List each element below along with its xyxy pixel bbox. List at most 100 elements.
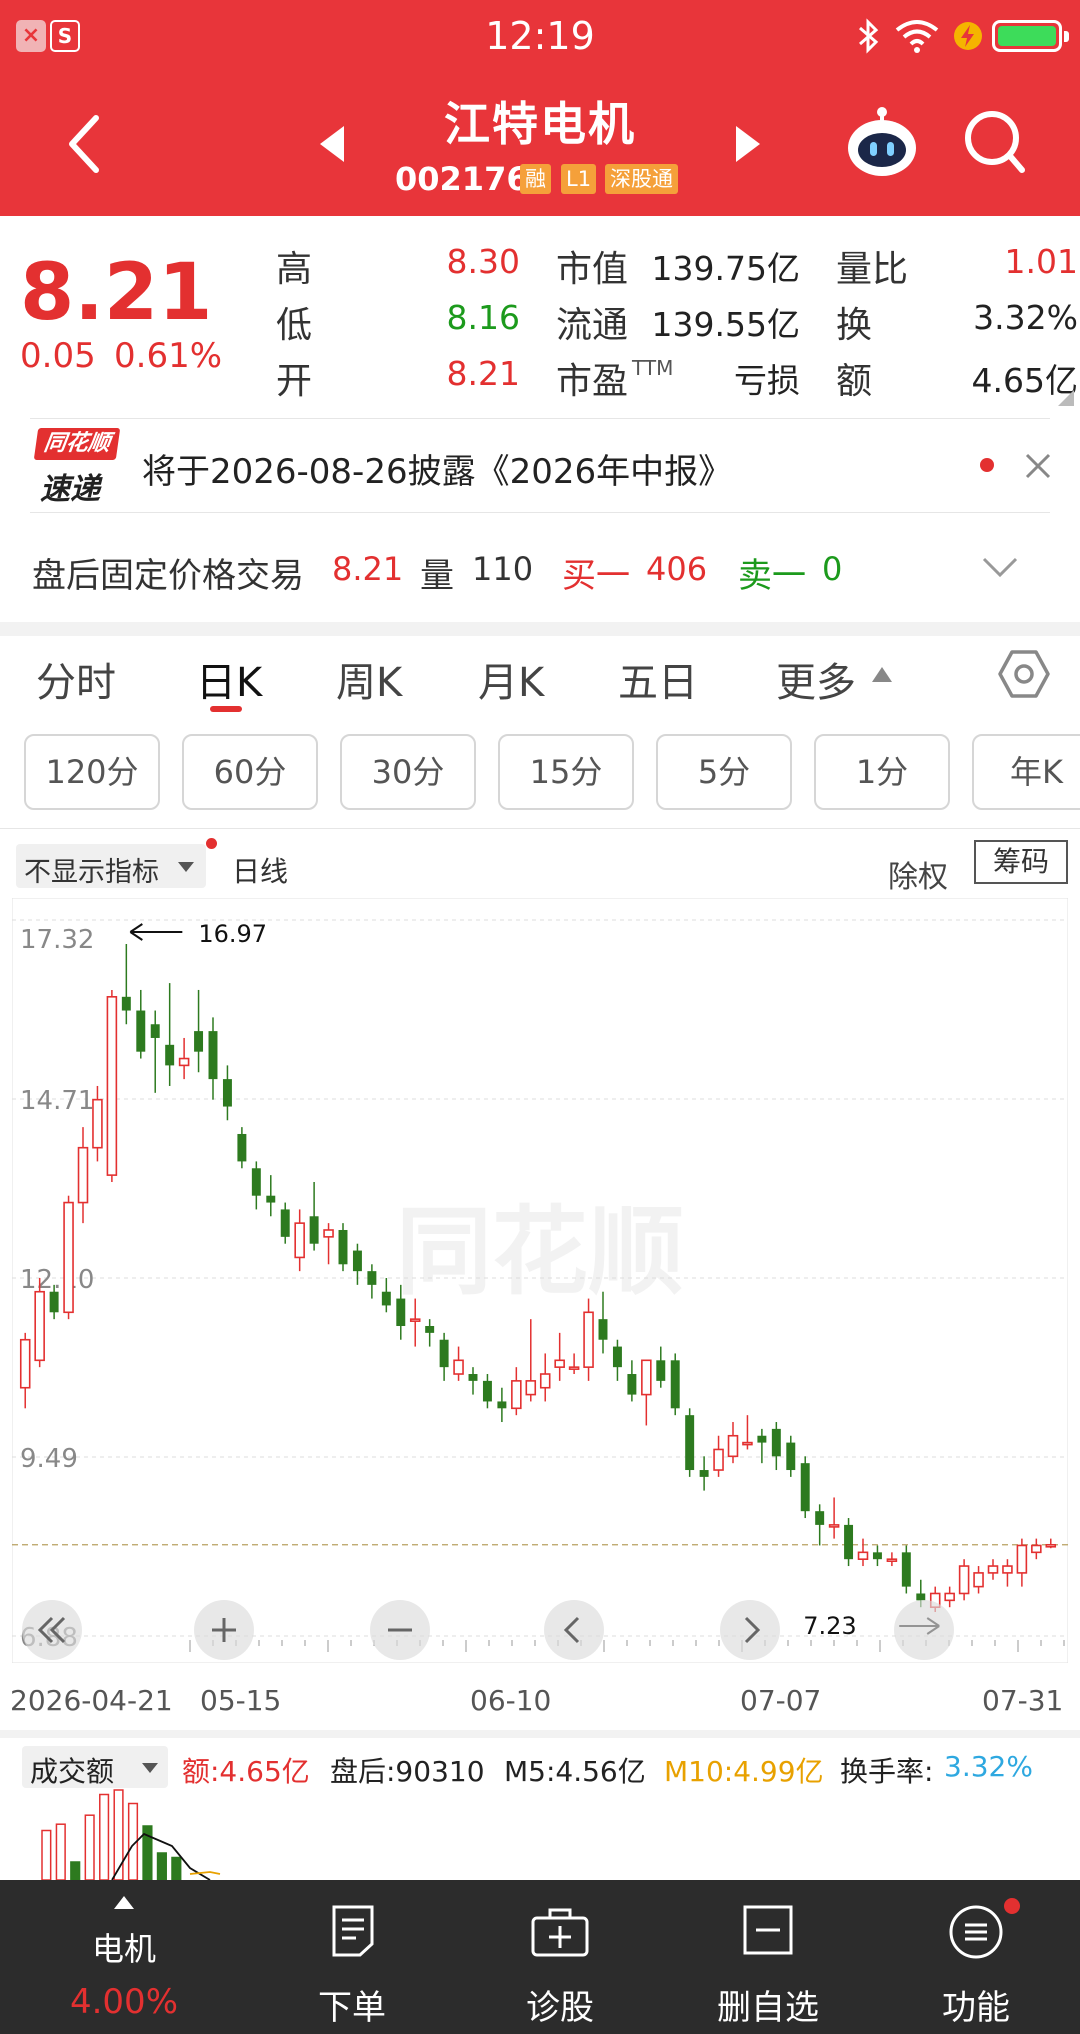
tab-five-day[interactable]: 五日 (618, 650, 698, 708)
double-chevron-left-icon (37, 1616, 66, 1644)
indicator-select[interactable]: 不显示指标 (16, 844, 206, 888)
nav-order-label: 下单 (318, 1988, 386, 2028)
interval-60m[interactable]: 60分 (182, 734, 318, 810)
scroll-left-button[interactable] (544, 1600, 604, 1660)
zoom-in-button[interactable] (194, 1600, 254, 1660)
candle-body-up (178, 1057, 190, 1067)
plus-icon (212, 1618, 236, 1642)
candle-body-down (49, 1291, 59, 1313)
candle-body-up (973, 1572, 984, 1588)
caret-up-icon (114, 1896, 134, 1909)
after-hours-vol-label: 量 (420, 556, 454, 596)
x-tick-label: 2026-04-21 (10, 1684, 173, 1717)
tab-weekly-k[interactable]: 周K (336, 650, 402, 708)
interval-yearly-k[interactable]: 年K (972, 734, 1080, 810)
after-hours-vol: 110 (472, 550, 534, 588)
amount-value: 4.65亿 (971, 361, 1078, 400)
adjust-button[interactable]: 除权 (888, 852, 948, 896)
minus-square-icon (743, 1905, 793, 1955)
nav-remove-watchlist[interactable]: 删自选 (668, 1880, 868, 2034)
scroll-end-button[interactable] (894, 1600, 954, 1660)
settings-hexagon-icon[interactable] (998, 648, 1050, 700)
nav-sector[interactable]: 电机 4.00% (24, 1880, 224, 2034)
robot-assistant-icon[interactable] (844, 104, 920, 180)
zoom-out-far-button[interactable] (22, 1600, 82, 1660)
nav-remove-watchlist-label: 删自选 (717, 1988, 819, 2028)
next-stock-icon[interactable] (734, 124, 762, 164)
candle-body-down (222, 1079, 232, 1107)
pe-label: 市盈 (556, 361, 629, 402)
candle-body-down (699, 1470, 709, 1477)
candle-body-up (828, 1524, 840, 1528)
volume-bar (113, 1789, 124, 1880)
candle-body-up (323, 1229, 334, 1238)
candle-body-down (468, 1374, 478, 1381)
tab-monthly-k[interactable]: 月K (478, 650, 544, 708)
y-tick-label: 12.10 (20, 1265, 94, 1295)
ask1-label: 卖一 (738, 556, 806, 596)
pe-ttm-sup: TTM (632, 356, 674, 380)
scroll-right-button[interactable] (720, 1600, 780, 1660)
candle-body-down (208, 1031, 218, 1080)
interval-30m[interactable]: 30分 (340, 734, 476, 810)
interval-5m[interactable]: 5分 (656, 734, 792, 810)
indicator-new-dot (206, 838, 217, 849)
tab-more[interactable]: 更多 (776, 650, 856, 708)
tag-margin: 融 (520, 164, 551, 194)
volume-turnover-label: 换手率: (840, 1755, 934, 1788)
nav-diagnose[interactable]: 诊股 (460, 1880, 660, 2034)
minus-icon (388, 1628, 412, 1632)
candle-body-down (280, 1209, 290, 1237)
interval-1m[interactable]: 1分 (814, 734, 950, 810)
bid1-label: 买一 (562, 556, 630, 596)
volume-indicator-select[interactable]: 成交额 (22, 1746, 168, 1788)
x-tick-label: 07-31 (982, 1684, 1064, 1717)
search-icon[interactable] (962, 108, 1028, 178)
chart-watermark: 同花顺 (396, 1196, 684, 1308)
candle-body-up (19, 1338, 31, 1389)
chips-button[interactable]: 筹码 (974, 840, 1068, 884)
zoom-out-button[interactable] (370, 1600, 430, 1660)
close-icon[interactable] (1024, 452, 1052, 480)
tab-intraday[interactable]: 分时 (36, 650, 116, 708)
indicator-select-label: 不显示指标 (24, 857, 159, 888)
nav-order[interactable]: 下单 (252, 1880, 452, 2034)
candle-body-up (63, 1201, 74, 1314)
candlestick-chart[interactable]: 同花顺17.3214.7112.109.496.8816.977.23 (12, 898, 1068, 1663)
candle-body-down (237, 1133, 247, 1162)
candle-body-up (742, 1441, 753, 1446)
float-cap-label: 流通 (556, 305, 629, 346)
market-cap-value: 139.75亿 (651, 249, 800, 288)
nav-diagnose-label: 诊股 (526, 1988, 594, 2028)
candle-body-up (944, 1592, 955, 1602)
candle-body-down (598, 1319, 608, 1340)
candle-body-up (511, 1380, 522, 1410)
volume-amount: 额:4.65亿 (182, 1755, 310, 1788)
candle-body-down (121, 996, 131, 1011)
y-tick-label: 17.32 (20, 925, 94, 955)
candle-body-down (872, 1552, 882, 1560)
chevron-left-icon (563, 1616, 580, 1644)
candle-body-up (409, 1318, 421, 1322)
bluetooth-icon (859, 18, 879, 54)
candle-body-up (77, 1146, 89, 1204)
bottom-nav: 电机 4.00% 下单 诊股 删自选 功能 (0, 1880, 1080, 2034)
interval-120m[interactable]: 120分 (24, 734, 160, 810)
news-unread-dot (980, 458, 994, 472)
candle-body-down (439, 1339, 449, 1368)
wifi-icon (895, 20, 939, 53)
nav-functions-badge (1004, 1898, 1020, 1914)
news-text[interactable]: 将于2026-08-26披露《2026年中报》 (142, 444, 732, 493)
nav-functions[interactable]: 功能 (876, 1880, 1076, 2034)
candle-body-down (757, 1435, 767, 1443)
ask1-value: 0 (822, 550, 843, 588)
candle-body-up (525, 1380, 537, 1396)
tab-daily-k[interactable]: 日K (196, 650, 262, 708)
candle-body-down (136, 1010, 146, 1052)
interval-15m[interactable]: 15分 (498, 734, 634, 810)
candle-body-down (482, 1380, 492, 1402)
candle-body-down (612, 1346, 622, 1368)
candle-body-up (727, 1434, 739, 1458)
chevron-down-icon[interactable] (982, 556, 1018, 578)
y-tick-label: 14.71 (20, 1086, 94, 1116)
